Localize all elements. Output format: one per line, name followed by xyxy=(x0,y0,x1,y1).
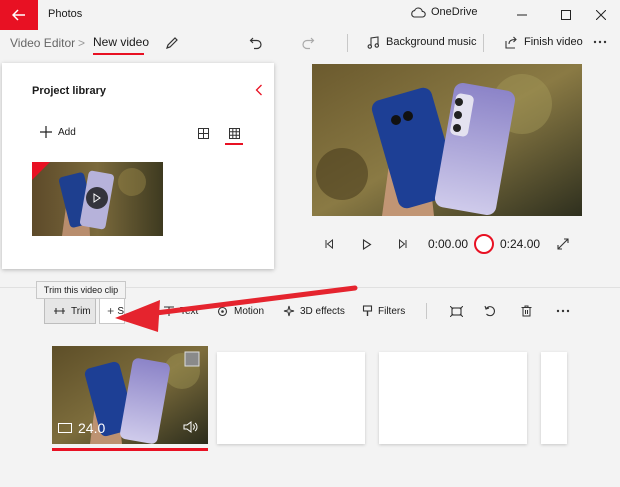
clip-duration-label: 24.0 xyxy=(78,420,106,436)
trash-icon xyxy=(521,305,531,317)
player-controls: 0:00.00 0:24.00 xyxy=(312,232,582,256)
add-media-button[interactable]: Add xyxy=(40,126,76,138)
project-name-underline xyxy=(93,53,144,55)
command-separator xyxy=(347,34,348,52)
redo-button[interactable] xyxy=(298,33,318,53)
back-button[interactable] xyxy=(0,0,38,30)
maximize-icon xyxy=(561,10,571,20)
add-label: Add xyxy=(58,126,76,138)
breadcrumb-video-editor[interactable]: Video Editor xyxy=(10,36,75,50)
app-title: Photos xyxy=(48,8,83,20)
filters-button[interactable]: Filters xyxy=(362,298,405,324)
music-note-icon xyxy=(367,35,380,49)
previous-frame-button[interactable] xyxy=(320,235,338,253)
active-view-underline xyxy=(225,143,243,145)
sparkle-icon xyxy=(283,305,295,317)
seek-slider-thumb[interactable] xyxy=(474,234,494,254)
minimize-icon xyxy=(517,14,527,16)
chevron-left-icon xyxy=(255,84,262,96)
video-clip-icon xyxy=(58,423,72,433)
rotate-button[interactable] xyxy=(480,298,500,324)
breadcrumb-project-name[interactable]: New video xyxy=(93,35,149,49)
next-frame-button[interactable] xyxy=(394,235,412,253)
finish-video-label: Finish video xyxy=(524,36,583,48)
text-icon xyxy=(164,305,174,316)
grid-small-icon xyxy=(228,127,240,139)
undo-icon xyxy=(249,37,262,50)
undo-button[interactable] xyxy=(246,33,266,53)
collapse-library-button[interactable] xyxy=(252,82,266,98)
more-icon xyxy=(556,309,570,313)
storyboard-more-button[interactable] xyxy=(552,298,574,324)
maximize-button[interactable] xyxy=(549,0,583,30)
current-time: 0:00.00 xyxy=(428,237,469,251)
redo-icon xyxy=(302,37,315,50)
clip-duration: 24.0 xyxy=(58,420,105,436)
finish-video-button[interactable]: Finish video xyxy=(505,34,583,50)
rotate-icon xyxy=(484,305,495,317)
trim-tooltip: Trim this video clip xyxy=(36,281,126,299)
more-icon xyxy=(593,40,607,44)
background-music-button[interactable]: Background music xyxy=(367,34,477,50)
3d-effects-label: 3D effects xyxy=(300,305,345,317)
empty-storyboard-slot[interactable] xyxy=(541,352,567,444)
video-preview[interactable] xyxy=(312,64,582,216)
command-separator xyxy=(483,34,484,52)
empty-storyboard-slot[interactable] xyxy=(217,352,365,444)
onedrive-label: OneDrive xyxy=(431,6,478,18)
pencil-icon xyxy=(166,37,178,49)
close-icon xyxy=(596,10,606,20)
cloud-icon xyxy=(411,6,426,18)
project-library-title: Project library xyxy=(32,85,106,97)
close-window-button[interactable] xyxy=(584,0,618,30)
step-forward-icon xyxy=(399,239,407,249)
crop-resize-icon xyxy=(449,305,463,317)
motion-button[interactable]: Motion xyxy=(216,298,264,324)
motion-icon xyxy=(217,306,228,316)
3d-effects-button[interactable]: 3D effects xyxy=(283,298,345,324)
play-overlay-button[interactable] xyxy=(86,187,108,209)
background-music-label: Background music xyxy=(386,36,477,48)
large-thumbnails-view-button[interactable] xyxy=(196,126,210,140)
total-time: 0:24.00 xyxy=(500,237,541,251)
step-back-icon xyxy=(325,239,333,249)
library-video-thumbnail[interactable] xyxy=(32,162,163,236)
motion-label: Motion xyxy=(234,305,265,317)
play-icon xyxy=(93,193,101,203)
toolbar-separator xyxy=(426,303,427,319)
fullscreen-button[interactable] xyxy=(554,235,572,253)
storyboard-clip-card[interactable]: 24.0 xyxy=(52,346,208,444)
breadcrumb-separator: > xyxy=(78,36,86,50)
small-thumbnails-view-button[interactable] xyxy=(227,126,241,140)
storyboard-toolbar: Text Motion 3D effects Filters xyxy=(0,298,620,324)
empty-storyboard-slot[interactable] xyxy=(379,352,527,444)
plus-icon xyxy=(40,126,52,138)
clip-volume-button[interactable] xyxy=(180,418,200,436)
play-icon xyxy=(362,238,372,250)
onedrive-status[interactable]: OneDrive xyxy=(410,6,477,18)
grid-large-icon xyxy=(197,127,209,139)
selected-clip-underline xyxy=(52,448,208,451)
delete-button[interactable] xyxy=(516,298,536,324)
text-button[interactable]: Text xyxy=(163,298,198,324)
more-options-button[interactable] xyxy=(590,33,610,51)
rename-project-button[interactable] xyxy=(162,33,182,53)
filter-brush-icon xyxy=(362,305,373,316)
text-label: Text xyxy=(180,305,199,317)
share-export-icon xyxy=(505,36,517,49)
minimize-button[interactable] xyxy=(505,0,539,30)
filters-label: Filters xyxy=(378,305,406,317)
speaker-icon xyxy=(183,421,197,433)
resize-button[interactable] xyxy=(446,298,466,324)
back-arrow-icon xyxy=(12,9,25,21)
phones-preview-image xyxy=(312,64,582,216)
play-button[interactable] xyxy=(358,235,376,253)
expand-icon xyxy=(557,238,569,250)
